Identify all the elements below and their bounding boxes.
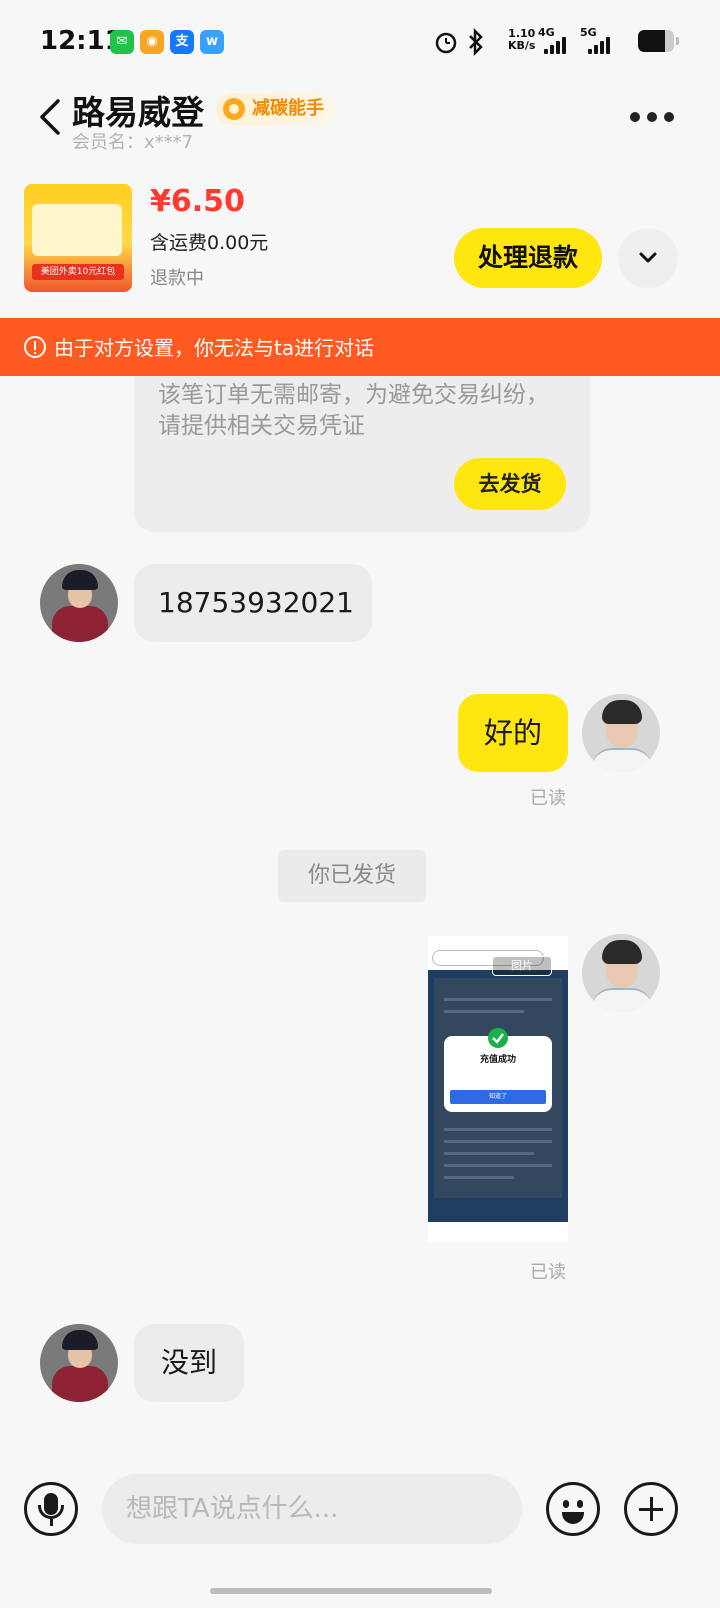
message-reply-ok: 好的 <box>458 694 568 772</box>
seller-avatar[interactable] <box>582 694 660 772</box>
ship-button[interactable]: 去发货 <box>454 458 566 510</box>
back-icon[interactable] <box>38 98 62 136</box>
voice-button[interactable] <box>24 1482 78 1536</box>
seller-avatar[interactable] <box>582 934 660 1012</box>
warning-banner: 由于对方设置，你无法与ta进行对话 <box>0 318 720 376</box>
low-carbon-badge[interactable]: 减碳能手 <box>216 93 336 125</box>
emoji-button[interactable] <box>546 1482 600 1536</box>
chevron-down-icon <box>639 252 657 263</box>
battery-tip <box>676 37 679 45</box>
image-label: 图片 <box>492 956 552 976</box>
status-bar: 12:11 ✉ ◉ 支 w 1.10 KB/s 4G 5G <box>0 0 720 80</box>
wechat-icon: ✉ <box>110 30 134 54</box>
shipping-fee: 含运费0.00元 <box>150 232 269 254</box>
member-name: 会员名：x***7 <box>72 132 194 153</box>
expand-button[interactable] <box>618 228 678 288</box>
system-card-text: 该笔订单无需邮寄，为避免交易纠纷，请提供相关交易凭证 <box>158 382 549 439</box>
badge-label: 减碳能手 <box>252 98 324 119</box>
shipped-notice: 你已发货 <box>278 850 426 902</box>
app-icon: w <box>200 30 224 54</box>
net-speed: 1.10 KB/s <box>508 27 536 52</box>
more-icon[interactable] <box>630 112 674 122</box>
bluetooth-icon <box>469 28 483 56</box>
process-refund-button[interactable]: 处理退款 <box>454 228 602 288</box>
image-message[interactable]: 充值成功 知道了 图片 <box>428 936 568 1242</box>
leaf-badge-icon <box>223 98 245 120</box>
product-thumbnail[interactable]: 美团外卖10元红包 <box>24 184 132 292</box>
buyer-avatar[interactable] <box>40 564 118 642</box>
alert-icon <box>24 336 46 358</box>
home-indicator[interactable] <box>210 1588 492 1594</box>
message-phone: 18753932021 <box>134 564 372 642</box>
refund-status: 退款中 <box>150 268 204 289</box>
banner-text: 由于对方设置，你无法与ta进行对话 <box>54 336 375 360</box>
signal-bars-1 <box>544 36 572 54</box>
read-receipt: 已读 <box>530 1262 566 1283</box>
battery-icon <box>638 30 674 52</box>
thumb-tag: 美团外卖10元红包 <box>32 264 124 280</box>
product-price: ¥6.50 <box>150 184 245 219</box>
image-dialog-button: 知道了 <box>450 1090 546 1104</box>
signal-bars-2 <box>588 36 616 54</box>
check-icon <box>488 1028 508 1048</box>
read-receipt: 已读 <box>530 788 566 809</box>
weibo-icon: ◉ <box>140 30 164 54</box>
alipay-icon: 支 <box>170 30 194 54</box>
message-input[interactable]: 想跟TA说点什么... <box>102 1474 522 1544</box>
contact-name: 路易威登 <box>72 93 204 132</box>
message-not-arrived: 没到 <box>134 1324 244 1402</box>
image-dialog-title: 充值成功 <box>479 1055 516 1065</box>
image-success-dialog: 充值成功 知道了 <box>444 1028 552 1112</box>
image-navbar <box>428 1222 568 1242</box>
thumb-card <box>32 204 122 256</box>
alarm-icon <box>435 32 457 54</box>
buyer-avatar[interactable] <box>40 1324 118 1402</box>
add-attachment-button[interactable] <box>624 1482 678 1536</box>
